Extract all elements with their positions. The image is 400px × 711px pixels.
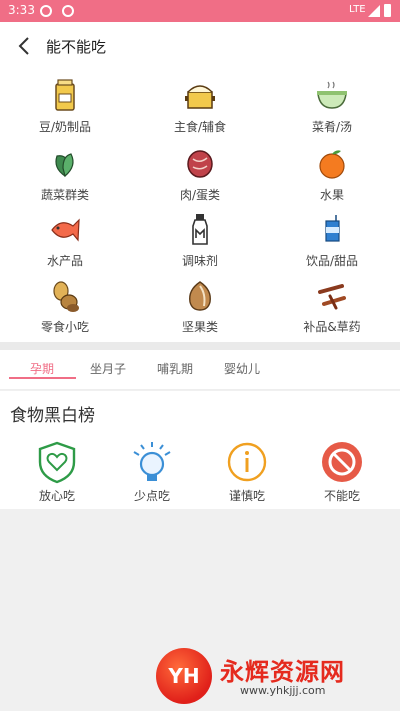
category-staple[interactable]: 主食/辅食: [145, 78, 255, 144]
category-meat-eggs[interactable]: 肉/蛋类: [145, 146, 255, 212]
category-seasoning[interactable]: 调味剂: [145, 212, 255, 278]
herb-icon: [318, 284, 346, 310]
watermark-url: www.yhkjjj.com: [240, 684, 326, 697]
category-drinks[interactable]: 饮品/甜品: [277, 212, 387, 278]
notification-icon: [40, 5, 52, 17]
peanut-icon: [53, 281, 79, 312]
category-fruit[interactable]: 水果: [277, 146, 387, 212]
category-dishes[interactable]: 菜肴/汤: [277, 78, 387, 144]
watermark-name: 永辉资源网: [220, 658, 345, 686]
orange-icon: [319, 150, 345, 179]
battery-icon: [384, 4, 391, 17]
drink-carton-icon: [325, 215, 340, 242]
category-label: 蔬菜群类: [40, 188, 89, 202]
lightbulb-icon: [133, 442, 171, 481]
category-label: 饮品/甜品: [305, 254, 359, 268]
rank-safe[interactable]: 放心吃: [21, 440, 93, 504]
category-label: 豆/奶制品: [38, 120, 92, 134]
spinach-icon: [55, 153, 74, 178]
category-label: 菜肴/汤: [311, 120, 353, 134]
category-snacks[interactable]: 零食小吃: [10, 278, 120, 344]
watermark: YH 永辉资源网 www.yhkjjj.com: [156, 648, 400, 706]
fish-icon: [51, 218, 80, 242]
forbidden-icon: [322, 442, 362, 482]
category-label: 水果: [319, 188, 344, 202]
rank-label: 少点吃: [133, 489, 170, 503]
category-label: 坚果类: [181, 320, 218, 334]
category-grid: 豆/奶制品 主食/辅食 菜肴/汤 蔬菜群类 肉/蛋类 水果 水产品 调味剂 饮品…: [0, 70, 400, 342]
rank-label: 谨慎吃: [228, 489, 265, 503]
rank-label: 放心吃: [38, 489, 75, 503]
signal-icon: [368, 5, 380, 17]
bottle-icon: [192, 214, 208, 245]
almond-icon: [189, 281, 211, 311]
rank-forbidden[interactable]: 不能吃: [306, 440, 378, 504]
back-arrow-icon[interactable]: [14, 34, 36, 58]
rank-moderate[interactable]: 少点吃: [116, 440, 188, 504]
steak-icon: [187, 150, 213, 178]
page-title: 能不能吃: [46, 38, 107, 56]
status-bar: 3:33 LTE: [0, 0, 400, 22]
category-label: 主食/辅食: [173, 120, 227, 134]
category-nuts[interactable]: 坚果类: [145, 278, 255, 344]
soup-bowl-icon: [317, 81, 347, 109]
section-title: 食物黑白榜: [10, 406, 95, 426]
active-tab-indicator: [9, 377, 76, 379]
info-circle-icon: [227, 442, 267, 482]
rice-pot-icon: [185, 85, 215, 109]
category-dairy[interactable]: 豆/奶制品: [10, 78, 120, 144]
shield-heart-icon: [38, 441, 76, 484]
rank-label: 不能吃: [323, 489, 360, 503]
category-supplements[interactable]: 补品&草药: [277, 278, 387, 344]
category-label: 补品&草药: [303, 320, 361, 334]
watermark-logo: YH: [156, 648, 212, 704]
milk-box-icon: [55, 79, 75, 111]
tab-postpartum[interactable]: 坐月子: [90, 360, 126, 377]
category-label: 水产品: [46, 254, 83, 268]
category-label: 零食小吃: [40, 320, 89, 334]
rank-cautious[interactable]: 谨慎吃: [211, 440, 283, 504]
tab-pregnancy[interactable]: 孕期: [30, 360, 54, 377]
notification-icon: [62, 5, 74, 17]
tab-infant[interactable]: 婴幼儿: [224, 360, 260, 377]
food-ranking-section: 食物黑白榜 放心吃 少点吃 谨慎吃 不能吃: [0, 391, 400, 509]
category-vegetables[interactable]: 蔬菜群类: [10, 146, 120, 212]
stage-tabs: 孕期 坐月子 哺乳期 婴幼儿: [0, 350, 400, 390]
category-label: 肉/蛋类: [179, 188, 221, 202]
status-time: 3:33: [8, 3, 35, 17]
section-divider: [0, 342, 400, 350]
tab-lactation[interactable]: 哺乳期: [157, 360, 193, 377]
category-seafood[interactable]: 水产品: [10, 212, 120, 278]
category-label: 调味剂: [181, 254, 218, 268]
network-type: LTE: [349, 4, 366, 15]
app-header: 能不能吃: [0, 22, 400, 70]
